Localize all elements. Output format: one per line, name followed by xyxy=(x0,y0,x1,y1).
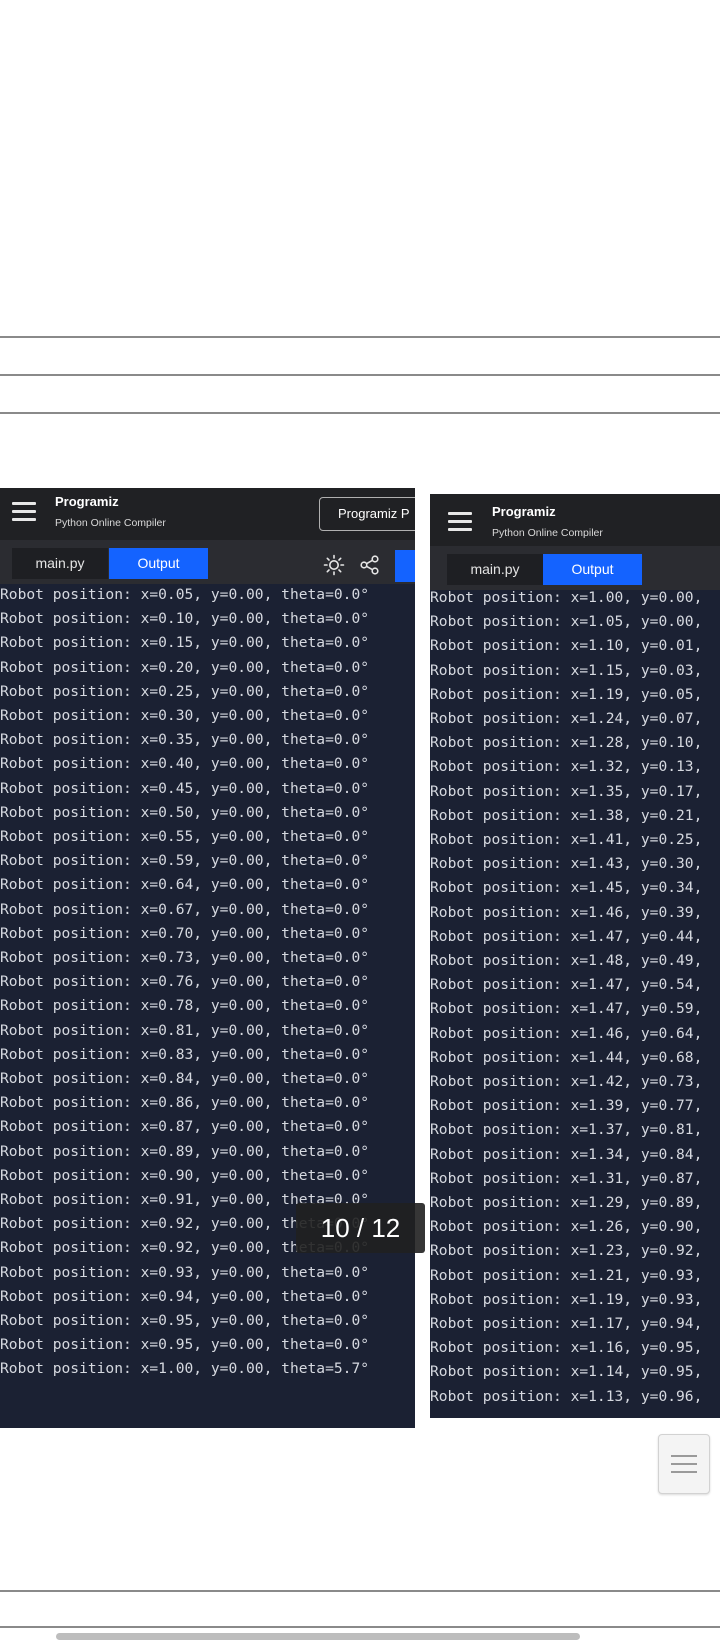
console-line: Robot position: x=0.84, y=0.00, theta=0.… xyxy=(0,1070,370,1087)
run-button[interactable] xyxy=(395,550,415,582)
console-line: Robot position: x=1.17, y=0.94, xyxy=(430,1315,703,1332)
console-line: Robot position: x=0.95, y=0.00, theta=0.… xyxy=(0,1336,370,1354)
theme-toggle-icon[interactable] xyxy=(323,554,345,576)
image-counter: 10 / 12 xyxy=(296,1203,425,1253)
share-icon[interactable] xyxy=(359,554,381,576)
brand-logo: Programiz Python Online Compiler xyxy=(55,494,166,529)
console-line: Robot position: x=1.47, y=0.54, xyxy=(430,976,703,994)
tab-bar: main.py Output xyxy=(430,546,720,590)
console-line: Robot position: x=1.13, y=0.96, xyxy=(430,1387,703,1405)
brand-name: Programiz xyxy=(492,504,556,519)
console-line: Robot position: x=0.70, y=0.00, theta=0.… xyxy=(0,924,370,942)
left-screenshot: Programiz Python Online Compiler Program… xyxy=(0,488,415,1428)
tab-main-py[interactable]: main.py xyxy=(447,554,543,585)
menu-button[interactable] xyxy=(658,1434,710,1494)
console-line: Robot position: x=1.46, y=0.39, xyxy=(430,903,703,921)
programiz-pro-button[interactable]: Programiz P xyxy=(319,497,415,531)
console-line: Robot position: x=0.94, y=0.00, theta=0.… xyxy=(0,1287,370,1305)
console-line: Robot position: x=0.10, y=0.00, theta=0.… xyxy=(0,610,370,628)
console-line: Robot position: x=1.21, y=0.93, xyxy=(430,1266,703,1284)
console-line: Robot position: x=0.64, y=0.00, theta=0.… xyxy=(0,876,370,894)
hamburger-menu-icon[interactable] xyxy=(448,512,472,532)
divider-line xyxy=(0,1626,720,1628)
console-line: Robot position: x=0.81, y=0.00, theta=0.… xyxy=(0,1021,370,1039)
console-line: Robot position: x=1.41, y=0.25, xyxy=(430,831,703,848)
console-line: Robot position: x=1.47, y=0.44, xyxy=(430,927,703,945)
console-line: Robot position: x=1.26, y=0.90, xyxy=(430,1218,703,1236)
console-line: Robot position: x=1.39, y=0.77, xyxy=(430,1097,703,1115)
output-console: Robot position: x=0.05, y=0.00, theta=0.… xyxy=(0,584,415,1428)
console-line: Robot position: x=1.37, y=0.81, xyxy=(430,1121,703,1139)
console-line: Robot position: x=1.31, y=0.87, xyxy=(430,1169,703,1187)
console-line: Robot position: x=1.48, y=0.49, xyxy=(430,952,703,969)
console-line: Robot position: x=1.05, y=0.00, xyxy=(430,613,703,631)
tab-main-py[interactable]: main.py xyxy=(12,548,108,579)
console-line: Robot position: x=0.76, y=0.00, theta=0.… xyxy=(0,973,370,991)
hamburger-menu-icon[interactable] xyxy=(12,502,36,522)
console-line: Robot position: x=0.05, y=0.00, theta=0.… xyxy=(0,586,370,603)
console-line: Robot position: x=1.15, y=0.03, xyxy=(430,661,703,679)
output-console: Robot position: x=1.00, y=0.00, Robot pos… xyxy=(430,590,720,1418)
console-line: Robot position: x=0.20, y=0.00, theta=0.… xyxy=(0,658,370,676)
tab-output[interactable]: Output xyxy=(543,554,642,585)
app-header: Programiz Python Online Compiler xyxy=(430,494,720,546)
console-line: Robot position: x=1.38, y=0.21, xyxy=(430,806,703,824)
console-line: Robot position: x=0.83, y=0.00, theta=0.… xyxy=(0,1045,370,1063)
console-line: Robot position: x=1.35, y=0.17, xyxy=(430,782,703,800)
console-line: Robot position: x=1.45, y=0.34, xyxy=(430,879,703,897)
console-line: Robot position: x=0.90, y=0.00, theta=0.… xyxy=(0,1166,370,1184)
console-line: Robot position: x=0.35, y=0.00, theta=0.… xyxy=(0,731,370,749)
app-header: Programiz Python Online Compiler Program… xyxy=(0,488,415,540)
console-line: Robot position: x=0.59, y=0.00, theta=0.… xyxy=(0,852,370,870)
console-line: Robot position: x=1.19, y=0.05, xyxy=(430,685,703,703)
brand-subtitle: Python Online Compiler xyxy=(55,517,166,529)
console-line: Robot position: x=0.73, y=0.00, theta=0.… xyxy=(0,949,370,966)
divider-line xyxy=(0,336,720,338)
console-line: Robot position: x=0.67, y=0.00, theta=0.… xyxy=(0,900,370,918)
console-line: Robot position: x=0.30, y=0.00, theta=0.… xyxy=(0,707,370,724)
console-line: Robot position: x=1.00, y=0.00, xyxy=(430,590,703,606)
console-line: Robot position: x=0.50, y=0.00, theta=0.… xyxy=(0,803,370,821)
console-line: Robot position: x=1.32, y=0.13, xyxy=(430,758,703,776)
console-line: Robot position: x=1.44, y=0.68, xyxy=(430,1048,703,1066)
console-line: Robot position: x=1.14, y=0.95, xyxy=(430,1363,703,1381)
divider-line xyxy=(0,1590,720,1592)
tab-output[interactable]: Output xyxy=(109,548,208,579)
console-line: Robot position: x=0.55, y=0.00, theta=0.… xyxy=(0,828,370,845)
console-line: Robot position: x=0.87, y=0.00, theta=0.… xyxy=(0,1118,370,1136)
divider-line xyxy=(0,374,720,376)
console-line: Robot position: x=1.34, y=0.84, xyxy=(430,1145,703,1163)
brand-name: Programiz xyxy=(55,494,119,509)
console-line: Robot position: x=1.43, y=0.30, xyxy=(430,855,703,873)
console-line: Robot position: x=0.45, y=0.00, theta=0.… xyxy=(0,779,370,797)
divider-line xyxy=(0,412,720,414)
console-line: Robot position: x=1.28, y=0.10, xyxy=(430,734,703,752)
console-line: Robot position: x=1.24, y=0.07, xyxy=(430,710,703,727)
tab-bar: main.py Output xyxy=(0,540,415,584)
console-line: Robot position: x=1.10, y=0.01, xyxy=(430,637,703,655)
brand-logo: Programiz Python Online Compiler xyxy=(492,504,603,539)
console-line: Robot position: x=0.95, y=0.00, theta=0.… xyxy=(0,1312,370,1329)
console-line: Robot position: x=0.78, y=0.00, theta=0.… xyxy=(0,997,370,1015)
console-line: Robot position: x=1.16, y=0.95, xyxy=(430,1339,703,1357)
console-line: Robot position: x=0.40, y=0.00, theta=0.… xyxy=(0,755,370,773)
console-line: Robot position: x=1.47, y=0.59, xyxy=(430,1000,703,1018)
console-line: Robot position: x=1.23, y=0.92, xyxy=(430,1242,703,1260)
console-line: Robot position: x=1.29, y=0.89, xyxy=(430,1194,703,1211)
console-line: Robot position: x=0.86, y=0.00, theta=0.… xyxy=(0,1094,370,1112)
right-screenshot: Programiz Python Online Compiler main.py… xyxy=(430,494,720,1418)
console-line: Robot position: x=1.00, y=0.00, theta=5.… xyxy=(0,1360,370,1378)
console-line: Robot position: x=0.15, y=0.00, theta=0.… xyxy=(0,634,370,652)
console-line: Robot position: x=0.89, y=0.00, theta=0.… xyxy=(0,1142,370,1160)
brand-subtitle: Python Online Compiler xyxy=(492,527,603,539)
console-line: Robot position: x=1.19, y=0.93, xyxy=(430,1290,703,1308)
horizontal-scrollbar[interactable] xyxy=(56,1633,580,1640)
console-line: Robot position: x=0.93, y=0.00, theta=0.… xyxy=(0,1263,370,1281)
console-line: Robot position: x=0.25, y=0.00, theta=0.… xyxy=(0,682,370,700)
console-line: Robot position: x=1.46, y=0.64, xyxy=(430,1024,703,1042)
console-line: Robot position: x=1.42, y=0.73, xyxy=(430,1073,703,1090)
